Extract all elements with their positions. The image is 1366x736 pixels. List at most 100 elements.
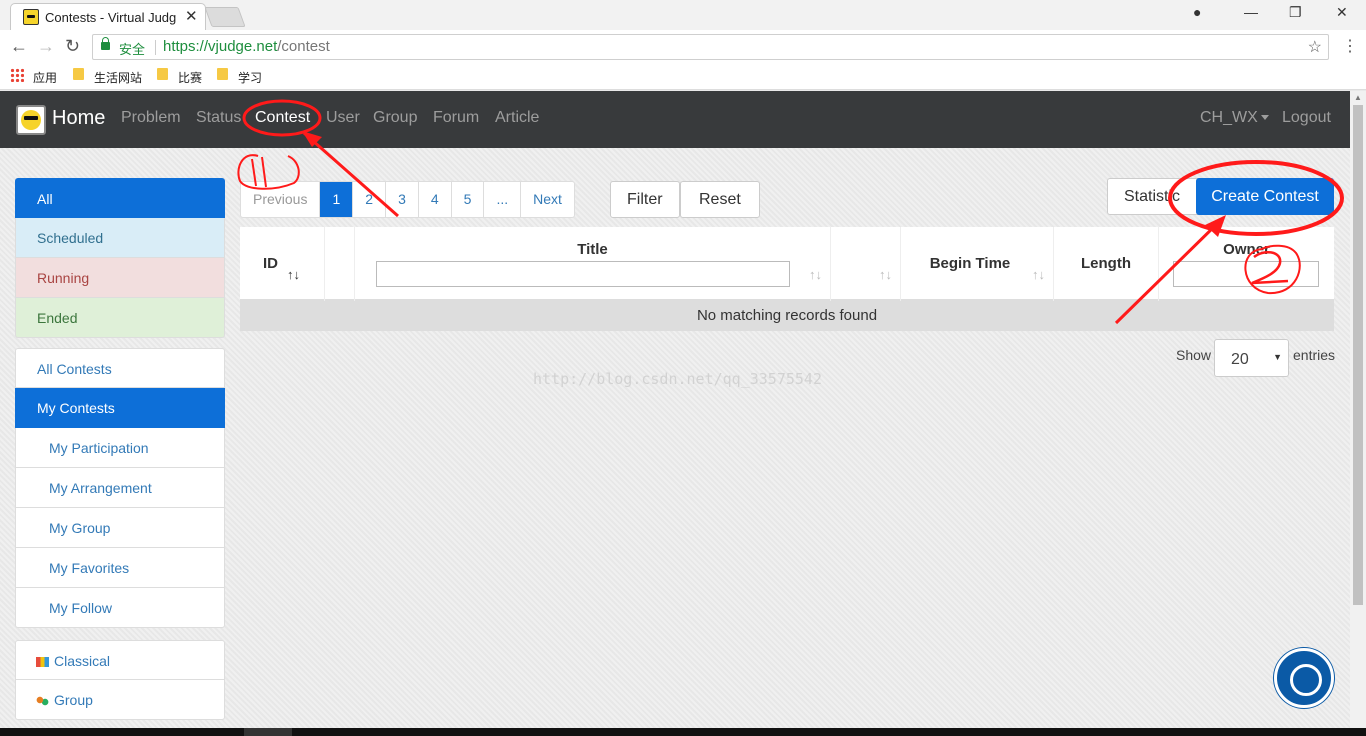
nav-article[interactable]: Article <box>495 109 539 127</box>
pagination-ellipsis: ... <box>483 182 520 217</box>
pagination-page-1[interactable]: 1 <box>319 182 353 217</box>
bookmark-apps[interactable]: 应用 <box>33 69 57 86</box>
tab-close-icon[interactable]: ✕ <box>185 7 198 25</box>
page-size-value: 20 <box>1231 351 1249 368</box>
create-contest-button[interactable]: Create Contest <box>1196 178 1334 215</box>
my-favorites-link[interactable]: My Favorites <box>15 548 225 588</box>
apps-grid-icon[interactable] <box>10 68 24 82</box>
nav-logout[interactable]: Logout <box>1282 109 1331 127</box>
my-contests-link[interactable]: My Contests <box>15 388 225 428</box>
nav-contest[interactable]: Contest <box>255 109 310 127</box>
username: CH_WX <box>1200 109 1258 126</box>
bookmark-star-icon[interactable]: ☆ <box>1308 37 1322 57</box>
filter-ended[interactable]: Ended <box>15 298 225 338</box>
nav-user[interactable]: User <box>326 109 360 127</box>
type-group[interactable]: Group <box>15 680 225 720</box>
pagination-previous[interactable]: Previous <box>241 182 319 217</box>
url-text[interactable]: https://vjudge.net/contest <box>163 38 330 55</box>
pagination-page-4[interactable]: 4 <box>417 182 451 217</box>
caret-down-icon <box>1260 115 1269 121</box>
classical-icon <box>36 657 49 668</box>
column-owner[interactable]: Owner <box>1158 227 1334 301</box>
nav-home[interactable]: Home <box>52 107 105 130</box>
column-spacer <box>324 227 354 301</box>
minimize-icon[interactable]: — <box>1244 4 1258 20</box>
site-navbar: Home Problem Status Contest User Group F… <box>0 91 1350 148</box>
page-scrollbar[interactable]: ▲ <box>1350 91 1366 728</box>
window-close-icon[interactable]: ✕ <box>1336 4 1348 21</box>
filter-running[interactable]: Running <box>15 258 225 298</box>
owner-search-input[interactable] <box>1173 261 1319 287</box>
vjudge-logo-icon[interactable] <box>16 105 46 135</box>
taskbar-item[interactable] <box>244 728 292 736</box>
column-begin-time[interactable]: Begin Time ↑↓ <box>900 227 1053 301</box>
type-classical[interactable]: Classical <box>15 640 225 680</box>
bookmark-study[interactable]: 学习 <box>238 69 262 86</box>
filter-button[interactable]: Filter <box>610 181 680 218</box>
all-contests-link[interactable]: All Contests <box>15 348 225 388</box>
my-participation-link[interactable]: My Participation <box>15 428 225 468</box>
column-begin-time-label: Begin Time <box>929 255 1011 272</box>
new-tab-button[interactable] <box>204 7 246 27</box>
page-content: Home Problem Status Contest User Group F… <box>0 91 1350 728</box>
pagination-next[interactable]: Next <box>520 182 574 217</box>
scrollbar-thumb[interactable] <box>1353 105 1363 605</box>
pagination: Previous 1 2 3 4 5 ... Next <box>240 181 575 218</box>
filter-all[interactable]: All <box>15 178 225 218</box>
scroll-up-icon[interactable]: ▲ <box>1354 93 1362 102</box>
nav-group[interactable]: Group <box>373 109 417 127</box>
browser-menu-icon[interactable]: ⋮ <box>1342 36 1358 56</box>
browser-tab[interactable]: Contests - Virtual Judg ✕ <box>10 3 206 30</box>
chat-support-icon[interactable] <box>1274 648 1334 708</box>
bookmarks-bar <box>0 64 1366 90</box>
contest-group-list: All Contests My Contests My Participatio… <box>15 348 225 628</box>
title-search-input[interactable] <box>376 261 790 287</box>
entries-label: entries <box>1293 347 1336 363</box>
pagination-page-2[interactable]: 2 <box>352 182 385 217</box>
url-path: /contest <box>277 38 330 55</box>
sort-icon[interactable]: ↑↓ <box>809 267 822 282</box>
address-separator <box>155 40 156 55</box>
sort-icon[interactable]: ↑↓ <box>879 267 892 282</box>
profile-icon[interactable]: ● <box>1193 4 1201 20</box>
lock-icon <box>101 37 110 50</box>
statistics-button[interactable]: Statistic <box>1107 178 1207 215</box>
type-group-label: Group <box>54 692 93 708</box>
bookmark-contests[interactable]: 比赛 <box>178 69 202 86</box>
pagination-page-5[interactable]: 5 <box>450 182 484 217</box>
column-length[interactable]: Length <box>1053 227 1158 301</box>
forward-arrow-icon[interactable]: → <box>37 36 55 57</box>
nav-forum[interactable]: Forum <box>433 109 479 127</box>
column-id[interactable]: ID ↑↓ <box>240 227 324 301</box>
address-bar[interactable]: 安全 https://vjudge.net/contest ☆ <box>92 34 1329 60</box>
show-label: Show <box>1176 347 1212 363</box>
vjudge-favicon-icon <box>23 9 39 25</box>
browser-toolbar: ← → ↻ 安全 https://vjudge.net/contest ☆ <box>0 30 1366 64</box>
sort-icon[interactable]: ↑↓ <box>287 267 300 282</box>
watermark: http://blog.csdn.net/qq_33575542 <box>533 370 822 388</box>
url-host: https://vjudge.net <box>163 38 278 55</box>
bookmark-life-sites[interactable]: 生活网站 <box>94 69 142 86</box>
sort-icon[interactable]: ↑↓ <box>1032 267 1045 282</box>
page-size-select[interactable]: 20 ▼ <box>1214 339 1289 377</box>
pagination-page-3[interactable]: 3 <box>385 182 418 217</box>
browser-tabstrip: Contests - Virtual Judg ✕ ● — ❐ ✕ <box>0 0 1366 30</box>
column-title[interactable]: Title ↑↓ <box>354 227 830 301</box>
column-title-label: Title <box>577 241 608 258</box>
folder-icon <box>217 68 228 80</box>
nav-status[interactable]: Status <box>196 109 241 127</box>
my-follow-link[interactable]: My Follow <box>15 588 225 628</box>
filter-scheduled[interactable]: Scheduled <box>15 218 225 258</box>
my-arrangement-link[interactable]: My Arrangement <box>15 468 225 508</box>
restore-icon[interactable]: ❐ <box>1289 4 1302 21</box>
reset-button[interactable]: Reset <box>680 181 760 218</box>
nav-problem[interactable]: Problem <box>121 109 181 127</box>
back-arrow-icon[interactable]: ← <box>10 36 28 57</box>
column-type[interactable]: ↑↓ <box>830 227 900 301</box>
folder-icon <box>157 68 168 80</box>
empty-table-message: No matching records found <box>240 301 1334 331</box>
chevron-down-icon: ▼ <box>1273 352 1282 362</box>
my-group-link[interactable]: My Group <box>15 508 225 548</box>
reload-icon[interactable]: ↻ <box>65 36 80 57</box>
user-menu[interactable]: CH_WX <box>1200 109 1269 127</box>
